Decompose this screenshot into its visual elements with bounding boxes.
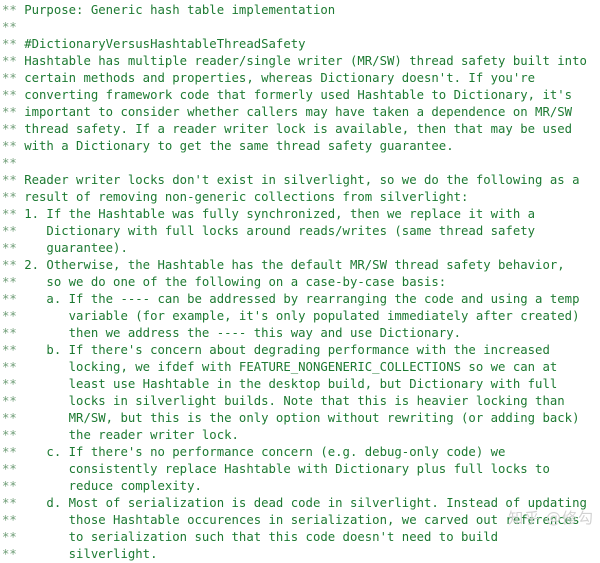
comment-marker: ** <box>2 224 17 238</box>
code-line: ** <box>2 19 600 36</box>
comment-text: a. If the ---- can be addressed by rearr… <box>16 292 580 306</box>
code-line: ** result of removing non-generic collec… <box>2 189 600 206</box>
comment-text: those Hashtable occurences in serializat… <box>16 513 580 527</box>
comment-text: important to consider whether callers ma… <box>16 105 573 119</box>
comment-text: 1. If the Hashtable was fully synchroniz… <box>16 207 536 221</box>
code-line: ** d. Most of serialization is dead code… <box>2 495 600 512</box>
comment-marker: ** <box>2 445 17 459</box>
comment-marker: ** <box>2 377 17 391</box>
code-line: ** with a Dictionary to get the same thr… <box>2 138 600 155</box>
code-line: ** 1. If the Hashtable was fully synchro… <box>2 206 600 223</box>
comment-text: to serialization such that this code doe… <box>16 530 499 544</box>
code-line: ** the reader writer lock. <box>2 427 600 444</box>
comment-marker: ** <box>2 156 17 170</box>
comment-marker: ** <box>2 275 17 289</box>
comment-text: #DictionaryVersusHashtableThreadSafety <box>16 37 306 51</box>
comment-text: result of removing non-generic collectio… <box>16 190 469 204</box>
comment-text: silverlight. <box>16 547 158 561</box>
code-line: ** Hashtable has multiple reader/single … <box>2 53 600 70</box>
comment-marker: ** <box>2 88 17 102</box>
comment-marker: ** <box>2 530 17 544</box>
code-line: ** MR/SW, but this is the only option wi… <box>2 410 600 427</box>
comment-marker: ** <box>2 547 17 561</box>
comment-marker: ** <box>2 190 17 204</box>
comment-marker: ** <box>2 326 17 340</box>
comment-marker: ** <box>2 513 17 527</box>
comment-text: thread safety. If a reader writer lock i… <box>16 122 573 136</box>
code-line: ** c. If there's no performance concern … <box>2 444 600 461</box>
comment-text: so we do one of the following on a case-… <box>16 275 447 289</box>
comment-text: reduce complexity. <box>16 479 202 493</box>
comment-marker: ** <box>2 462 17 476</box>
comment-text: Hashtable has multiple reader/single wri… <box>16 54 587 68</box>
code-line: ** locking, we ifdef with FEATURE_NONGEN… <box>2 359 600 376</box>
comment-marker: ** <box>2 411 17 425</box>
comment-marker: ** <box>2 292 17 306</box>
code-line: ** those Hashtable occurences in seriali… <box>2 512 600 529</box>
comment-marker: ** <box>2 309 17 323</box>
code-line: ** important to consider whether callers… <box>2 104 600 121</box>
code-line: ** so we do one of the following on a ca… <box>2 274 600 291</box>
code-line: ** silverlight. <box>2 546 600 563</box>
code-line: ** certain methods and properties, where… <box>2 70 600 87</box>
comment-text: guarantee). <box>16 241 128 255</box>
comment-marker: ** <box>2 37 17 51</box>
comment-marker: ** <box>2 428 17 442</box>
comment-text: d. Most of serialization is dead code in… <box>16 496 587 510</box>
code-line: ** thread safety. If a reader writer loc… <box>2 121 600 138</box>
comment-text: Dictionary with full locks around reads/… <box>16 224 536 238</box>
comment-text: locking, we ifdef with FEATURE_NONGENERI… <box>16 360 558 374</box>
comment-marker: ** <box>2 479 17 493</box>
comment-text: b. If there's concern about degrading pe… <box>16 343 550 357</box>
comment-text: Reader writer locks don't exist in silve… <box>16 173 580 187</box>
comment-marker: ** <box>2 173 17 187</box>
comment-marker: ** <box>2 360 17 374</box>
comment-text: then we address the ---- this way and us… <box>16 326 462 340</box>
comment-marker: ** <box>2 122 17 136</box>
comment-text: the reader writer lock. <box>16 428 239 442</box>
comment-text: c. If there's no performance concern (e.… <box>16 445 506 459</box>
code-line: ** guarantee). <box>2 240 600 257</box>
comment-text: MR/SW, but this is the only option witho… <box>16 411 580 425</box>
comment-marker: ** <box>2 207 17 221</box>
comment-marker: ** <box>2 258 17 272</box>
comment-marker: ** <box>2 343 17 357</box>
comment-marker: ** <box>2 20 17 34</box>
comment-marker: ** <box>2 105 17 119</box>
code-line: ** Dictionary with full locks around rea… <box>2 223 600 240</box>
comment-text: variable (for example, it's only populat… <box>16 309 580 323</box>
comment-text: Purpose: Generic hash table implementati… <box>16 3 336 17</box>
code-line: ** least use Hashtable in the desktop bu… <box>2 376 600 393</box>
code-line: ** consistently replace Hashtable with D… <box>2 461 600 478</box>
comment-text: least use Hashtable in the desktop build… <box>16 377 558 391</box>
code-line: ** #DictionaryVersusHashtableThreadSafet… <box>2 36 600 53</box>
code-line: ** 2. Otherwise, the Hashtable has the d… <box>2 257 600 274</box>
code-comment-block[interactable]: ** Purpose: Generic hash table implement… <box>0 0 600 561</box>
code-line: ** variable (for example, it's only popu… <box>2 308 600 325</box>
comment-text: consistently replace Hashtable with Dict… <box>16 462 550 476</box>
code-line: ** a. If the ---- can be addressed by re… <box>2 291 600 308</box>
comment-marker: ** <box>2 394 17 408</box>
code-line: ** reduce complexity. <box>2 478 600 495</box>
comment-marker: ** <box>2 241 17 255</box>
comment-marker: ** <box>2 139 17 153</box>
comment-marker: ** <box>2 71 17 85</box>
code-line: ** b. If there's concern about degrading… <box>2 342 600 359</box>
code-lines-container: ** Purpose: Generic hash table implement… <box>2 2 600 563</box>
code-line: ** locks in silverlight builds. Note tha… <box>2 393 600 410</box>
code-line: ** to serialization such that this code … <box>2 529 600 546</box>
comment-text: locks in silverlight builds. Note that t… <box>16 394 565 408</box>
code-line: ** Reader writer locks don't exist in si… <box>2 172 600 189</box>
comment-marker: ** <box>2 54 17 68</box>
comment-marker: ** <box>2 3 17 17</box>
comment-text: certain methods and properties, whereas … <box>16 71 536 85</box>
comment-text: 2. Otherwise, the Hashtable has the defa… <box>16 258 565 272</box>
comment-marker: ** <box>2 496 17 510</box>
code-line: ** Purpose: Generic hash table implement… <box>2 2 600 19</box>
code-line: ** then we address the ---- this way and… <box>2 325 600 342</box>
comment-text: converting framework code that formerly … <box>16 88 573 102</box>
code-line: ** converting framework code that former… <box>2 87 600 104</box>
comment-text: with a Dictionary to get the same thread… <box>16 139 454 153</box>
code-line: ** <box>2 155 600 172</box>
